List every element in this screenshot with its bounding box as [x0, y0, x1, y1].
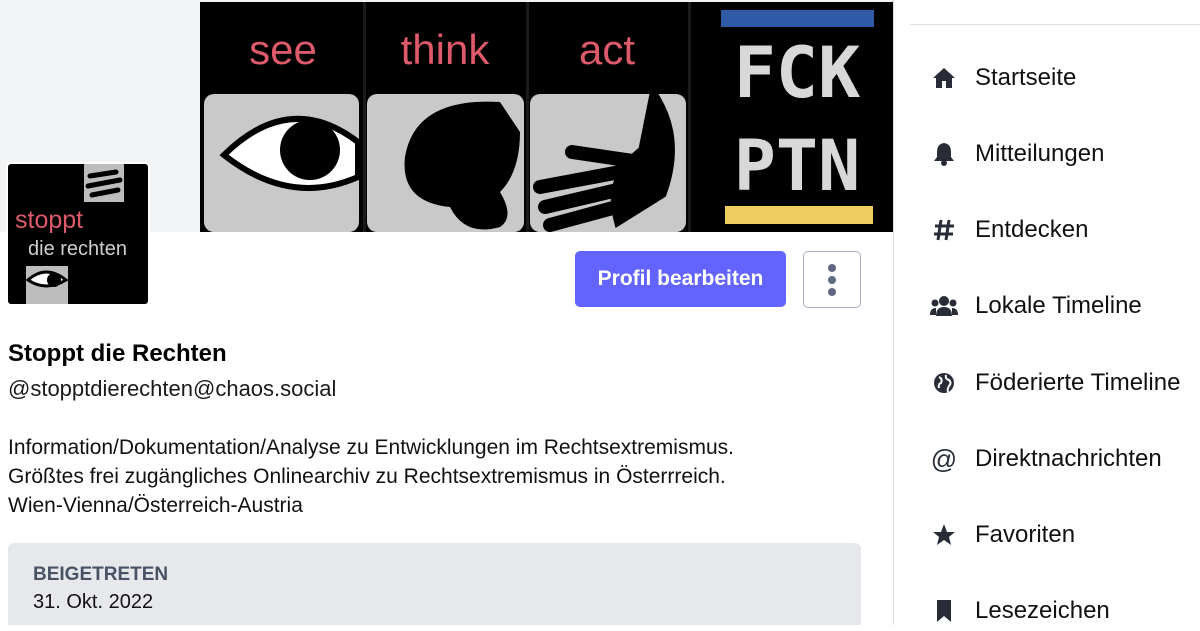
nav-label: Lesezeichen	[975, 597, 1110, 624]
bio-line: Größtes frei zugängliches Onlinearchiv z…	[8, 465, 726, 488]
navigation-sidebar: Startseite Mitteilungen Entdecken Lokale…	[894, 0, 1200, 625]
banner-word-think: think	[401, 26, 491, 73]
avatar-text-line2: die rechten	[28, 238, 127, 260]
nav-label: Direktnachrichten	[975, 445, 1162, 472]
joined-info-box: BEIGETRETEN 31. Okt. 2022	[8, 543, 861, 625]
banner-word-act: act	[579, 26, 635, 73]
more-options-button[interactable]	[803, 251, 861, 308]
display-name: Stoppt die Rechten	[8, 340, 227, 367]
account-handle: @stopptdierechten@chaos.social	[8, 376, 337, 401]
joined-label: BEIGETRETEN	[33, 564, 169, 585]
home-icon	[930, 64, 958, 92]
nav-label: Föderierte Timeline	[975, 369, 1181, 396]
nav-label: Startseite	[975, 64, 1077, 91]
avatar[interactable]: stoppt die rechten	[6, 162, 150, 306]
banner-sign-line1: FCK	[734, 32, 860, 114]
globe-icon	[930, 369, 958, 397]
bio-line: Wien-Vienna/Österreich-Austria	[8, 494, 303, 517]
profile-bio: Information/Dokumentation/Analyse zu Ent…	[8, 433, 868, 520]
at-icon: @	[930, 443, 958, 474]
nav-label: Mitteilungen	[975, 140, 1105, 167]
profile-column: see think act FCK PTN stoppt die rechten…	[0, 0, 893, 625]
bell-icon	[930, 140, 958, 168]
edit-profile-button[interactable]: Profil bearbeiten	[575, 251, 786, 307]
sidebar-divider	[910, 24, 1200, 25]
star-icon	[930, 521, 958, 549]
hashtag-icon	[930, 216, 958, 244]
bio-line: Information/Dokumentation/Analyse zu Ent…	[8, 436, 734, 459]
vertical-ellipsis-icon	[828, 263, 836, 296]
nav-label: Favoriten	[975, 521, 1076, 548]
avatar-text-line1: stoppt	[15, 206, 84, 234]
nav-label: Lokale Timeline	[975, 292, 1142, 319]
bookmark-icon	[930, 597, 958, 625]
banner-sign-line2: PTN	[734, 125, 860, 207]
joined-date: 31. Okt. 2022	[33, 591, 154, 613]
users-icon	[930, 292, 958, 320]
profile-header-image: see think act FCK PTN	[200, 2, 893, 232]
nav-label: Entdecken	[975, 216, 1089, 243]
banner-word-see: see	[249, 26, 317, 73]
